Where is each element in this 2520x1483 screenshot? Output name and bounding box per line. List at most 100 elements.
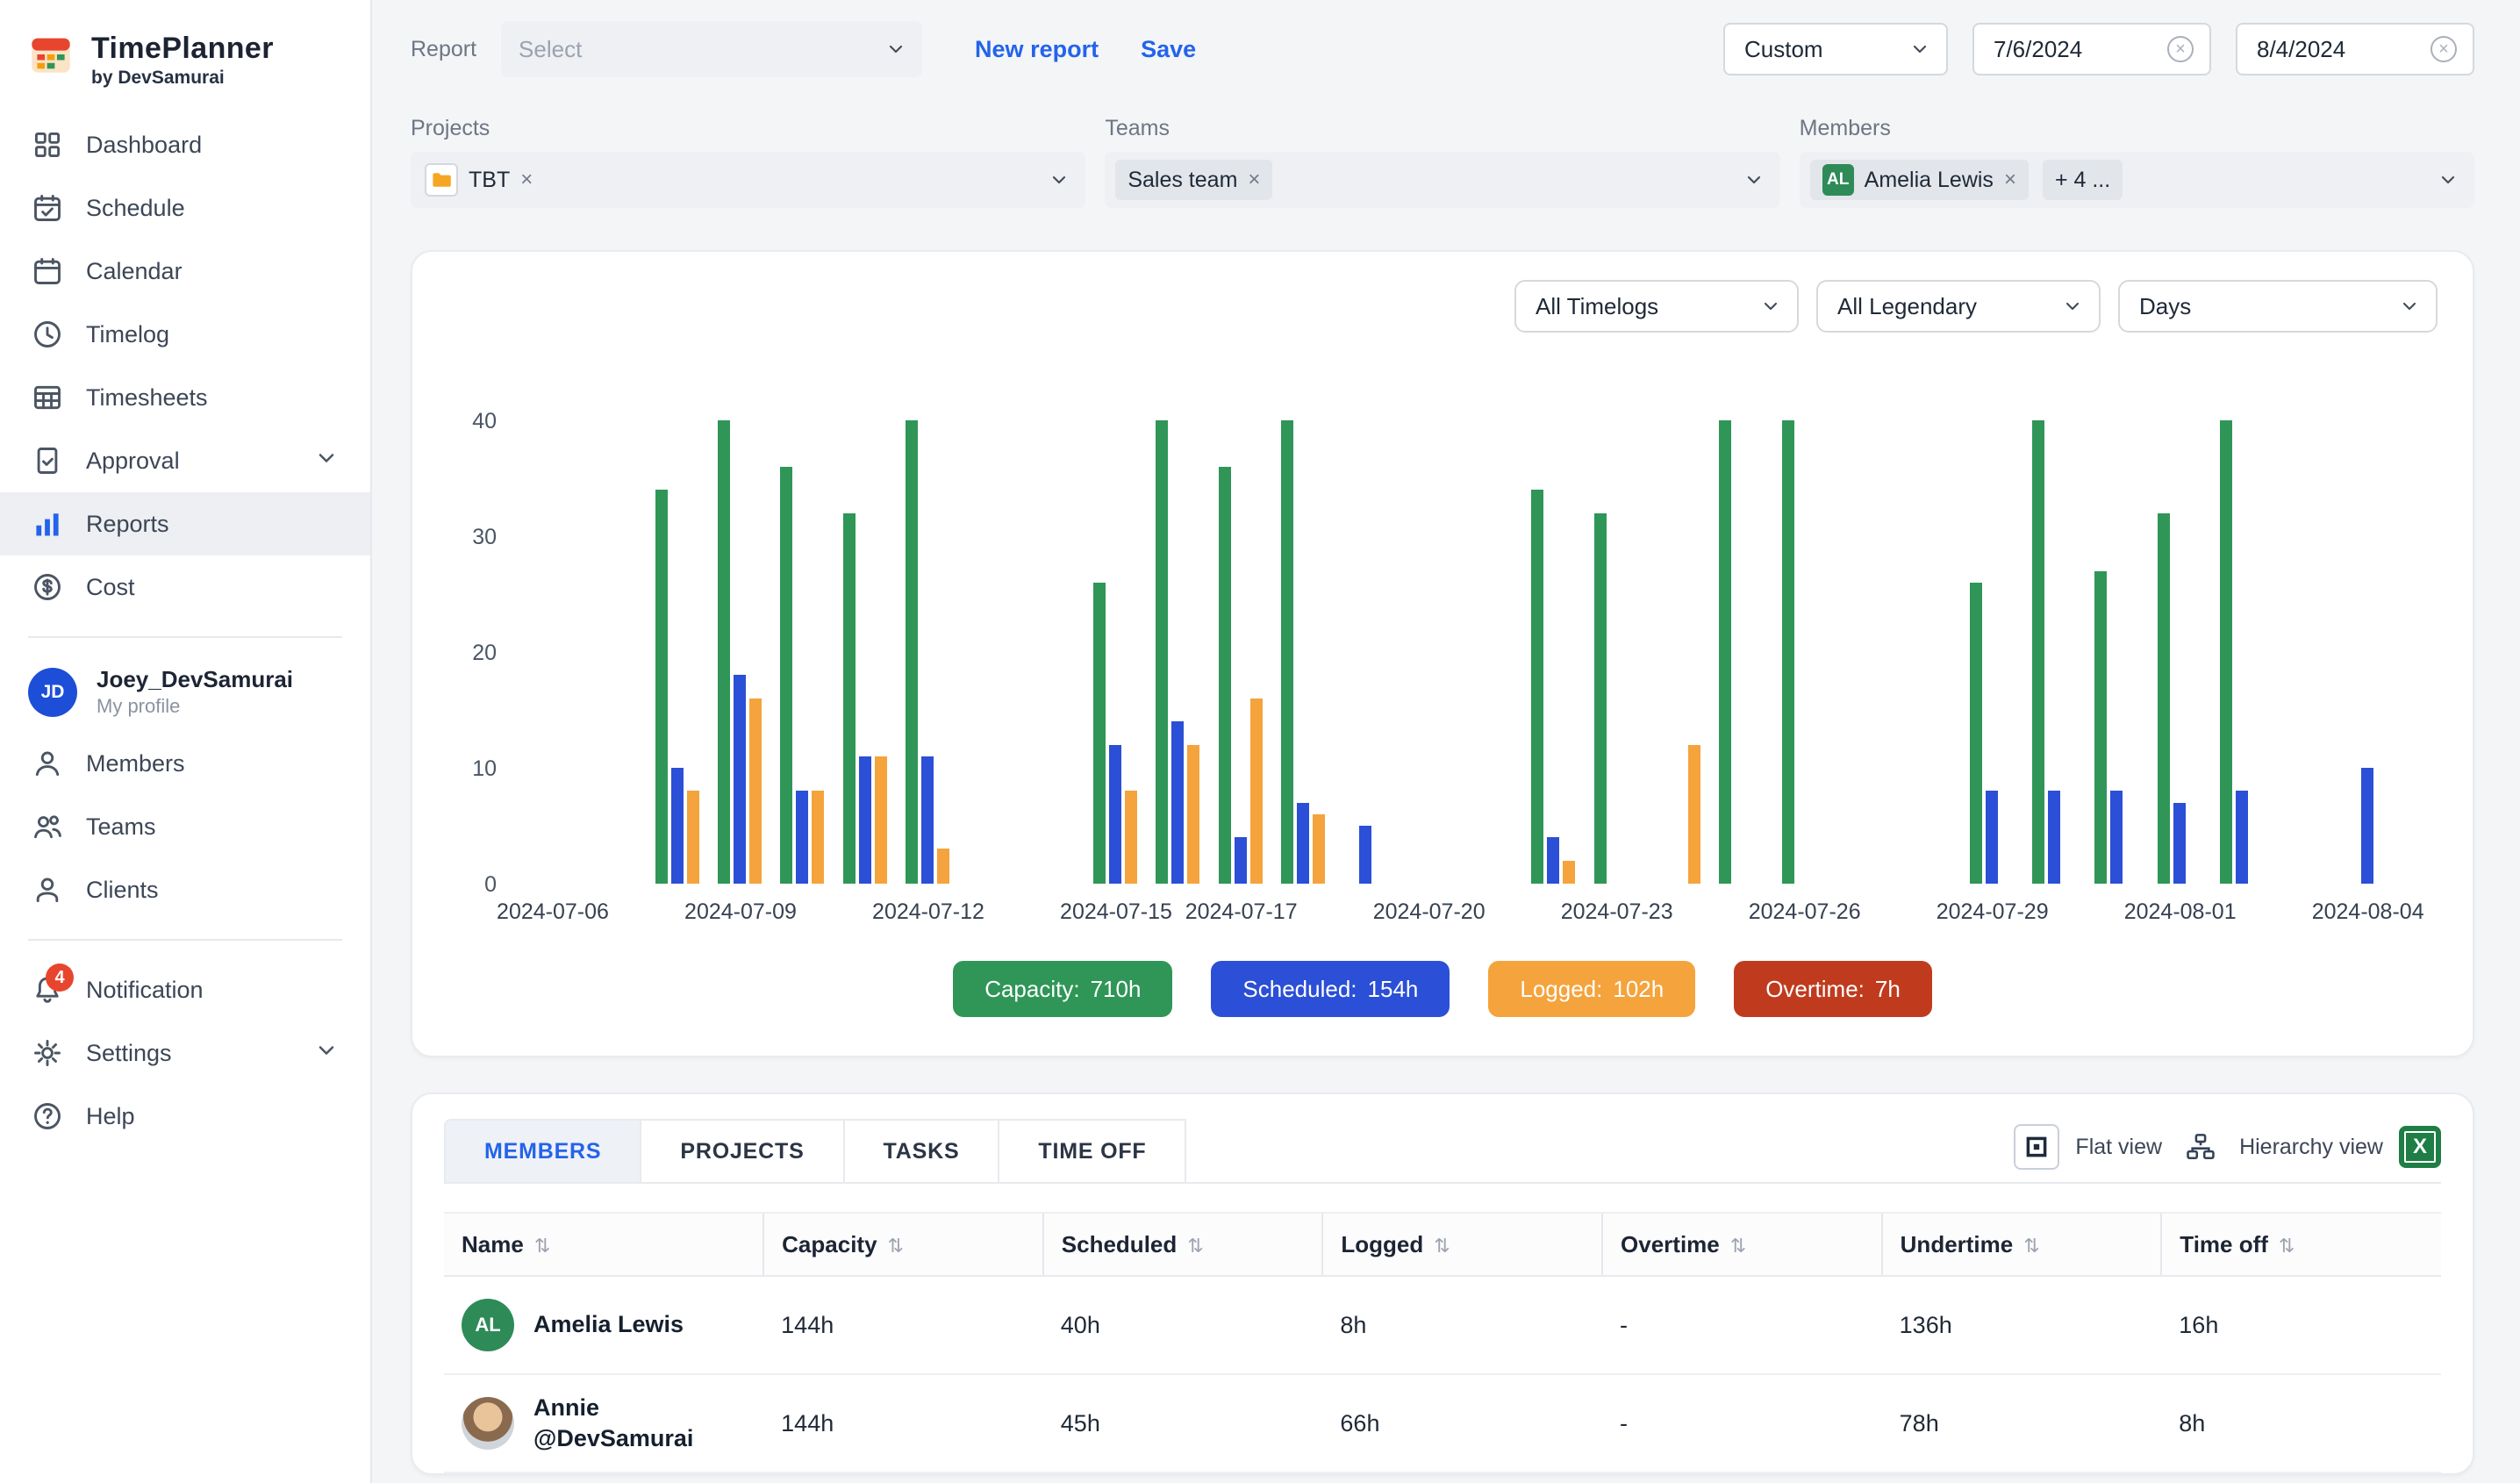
legend-overtime-button[interactable]: Overtime: 7h	[1734, 961, 1932, 1017]
schedule-icon	[32, 192, 63, 224]
members-label: Members	[1800, 116, 2474, 141]
scheduled-bar	[1297, 803, 1309, 884]
profile-subtitle: My profile	[97, 695, 293, 718]
sidebar-item-dashboard[interactable]: Dashboard	[0, 113, 370, 176]
date-end-input[interactable]: 8/4/2024 ×	[2236, 23, 2474, 75]
undertime-value: 136h	[1882, 1276, 2162, 1374]
scheduled-bar	[1547, 837, 1559, 884]
chart-controls: All Timelogs All Legendary Days	[1514, 280, 2438, 333]
table-row: AL Amelia Lewis 144h 40h 8h - 136h 16h	[444, 1276, 2441, 1374]
remove-chip-icon[interactable]: ×	[2004, 169, 2016, 190]
sidebar-item-teams[interactable]: Teams	[0, 795, 370, 858]
y-axis-label: 30	[472, 525, 497, 550]
members-filter: Members AL Amelia Lewis × + 4 ...	[1800, 116, 2474, 208]
logged-bar	[687, 791, 699, 884]
x-axis-label: 2024-07-12	[872, 899, 984, 925]
column-header-timeoff[interactable]: Time off⇅	[2161, 1213, 2441, 1276]
logged-bar	[749, 699, 762, 884]
projects-select[interactable]: TBT ×	[411, 152, 1085, 208]
sort-icon[interactable]: ⇅	[534, 1235, 550, 1257]
clear-date-icon[interactable]: ×	[2167, 36, 2194, 62]
sidebar-item-calendar[interactable]: Calendar	[0, 240, 370, 303]
sidebar-item-help[interactable]: Help	[0, 1085, 370, 1148]
x-axis-label: 2024-07-26	[1749, 899, 1861, 925]
legend-logged-button[interactable]: Logged: 102h	[1488, 961, 1695, 1017]
sidebar-item-label: Help	[86, 1103, 135, 1130]
sort-icon[interactable]: ⇅	[1187, 1235, 1203, 1257]
column-header-undertime[interactable]: Undertime⇅	[1882, 1213, 2162, 1276]
person-icon	[32, 748, 63, 779]
sort-icon[interactable]: ⇅	[1434, 1235, 1450, 1257]
chevron-down-icon	[2438, 169, 2459, 190]
remove-chip-icon[interactable]: ×	[1248, 169, 1260, 190]
granularity-select[interactable]: Days	[2118, 280, 2438, 333]
member-chip[interactable]: AL Amelia Lewis ×	[1810, 160, 2029, 200]
sort-icon[interactable]: ⇅	[1730, 1235, 1746, 1257]
excel-export-icon[interactable]: X	[2399, 1126, 2441, 1168]
scheduled-bar	[796, 791, 808, 884]
y-axis-label: 40	[472, 409, 497, 434]
new-report-link[interactable]: New report	[975, 36, 1099, 63]
legend-capacity-button[interactable]: Capacity: 710h	[953, 961, 1172, 1017]
sidebar-item-members[interactable]: Members	[0, 732, 370, 795]
sidebar-item-timesheets[interactable]: Timesheets	[0, 366, 370, 429]
report-select[interactable]: Select	[501, 21, 922, 77]
sidebar-item-clients[interactable]: Clients	[0, 858, 370, 921]
sidebar-nav-main: Dashboard Schedule Calendar Timelog Time…	[0, 113, 370, 619]
legend-scheduled-button[interactable]: Scheduled: 154h	[1211, 961, 1450, 1017]
team-chip[interactable]: Sales team ×	[1115, 160, 1272, 200]
sidebar-item-label: Cost	[86, 574, 135, 601]
sidebar-item-label: Timesheets	[86, 384, 208, 412]
chevron-down-icon	[2399, 296, 2420, 317]
sidebar-item-settings[interactable]: Settings	[0, 1021, 370, 1085]
project-chip[interactable]: TBT ×	[421, 160, 536, 200]
app-logo[interactable]: TimePlanner by DevSamurai	[0, 21, 370, 113]
save-report-link[interactable]: Save	[1141, 36, 1196, 63]
avatar: JD	[28, 668, 77, 717]
x-axis-label: 2024-07-06	[497, 899, 609, 925]
sidebar-item-reports[interactable]: Reports	[0, 492, 370, 555]
approval-doc-icon	[32, 445, 63, 476]
overtime-value: -	[1602, 1276, 1882, 1374]
main-content: Report Select New report Save Custom 7/6…	[372, 0, 2520, 1483]
legend-filter-select[interactable]: All Legendary	[1816, 280, 2101, 333]
remove-chip-icon[interactable]: ×	[520, 169, 533, 190]
sidebar-item-timelog[interactable]: Timelog	[0, 303, 370, 366]
tab-members[interactable]: MEMBERS	[444, 1119, 641, 1182]
logged-bar	[812, 791, 824, 884]
app-byline: by DevSamurai	[91, 68, 274, 89]
profile[interactable]: JD Joey_DevSamurai My profile	[0, 656, 370, 732]
hierarchy-view-label: Hierarchy view	[2239, 1135, 2383, 1160]
hierarchy-view-icon[interactable]	[2178, 1124, 2223, 1170]
sort-icon[interactable]: ⇅	[888, 1235, 904, 1257]
tab-timeoff[interactable]: TIME OFF	[999, 1119, 1186, 1182]
sort-icon[interactable]: ⇅	[2279, 1235, 2294, 1257]
column-header-logged[interactable]: Logged⇅	[1322, 1213, 1602, 1276]
tab-projects[interactable]: PROJECTS	[641, 1119, 844, 1182]
date-range-preset-select[interactable]: Custom	[1723, 23, 1948, 75]
timelog-filter-select[interactable]: All Timelogs	[1514, 280, 1799, 333]
capacity-bar	[780, 467, 792, 884]
date-start-input[interactable]: 7/6/2024 ×	[1972, 23, 2211, 75]
logged-bar	[1125, 791, 1137, 884]
members-select[interactable]: AL Amelia Lewis × + 4 ...	[1800, 152, 2474, 208]
capacity-bar	[1970, 583, 1982, 884]
teams-filter: Teams Sales team ×	[1105, 116, 1779, 208]
column-header-scheduled[interactable]: Scheduled⇅	[1043, 1213, 1323, 1276]
app-title: TimePlanner	[91, 32, 274, 66]
tab-tasks[interactable]: TASKS	[845, 1119, 1000, 1182]
sidebar-item-cost[interactable]: Cost	[0, 555, 370, 619]
flat-view-icon[interactable]	[2014, 1124, 2059, 1170]
clear-date-icon[interactable]: ×	[2431, 36, 2457, 62]
sidebar-item-notification[interactable]: 4 Notification	[0, 958, 370, 1021]
sidebar-item-schedule[interactable]: Schedule	[0, 176, 370, 240]
teams-select[interactable]: Sales team ×	[1105, 152, 1779, 208]
sidebar-item-approval[interactable]: Approval	[0, 429, 370, 492]
column-header-overtime[interactable]: Overtime⇅	[1602, 1213, 1882, 1276]
column-header-capacity[interactable]: Capacity⇅	[763, 1213, 1043, 1276]
capacity-bar	[843, 513, 856, 884]
sort-icon[interactable]: ⇅	[2023, 1235, 2039, 1257]
client-icon	[32, 874, 63, 906]
more-members-chip[interactable]: + 4 ...	[2043, 160, 2123, 200]
column-header-name[interactable]: Name⇅	[444, 1213, 763, 1276]
